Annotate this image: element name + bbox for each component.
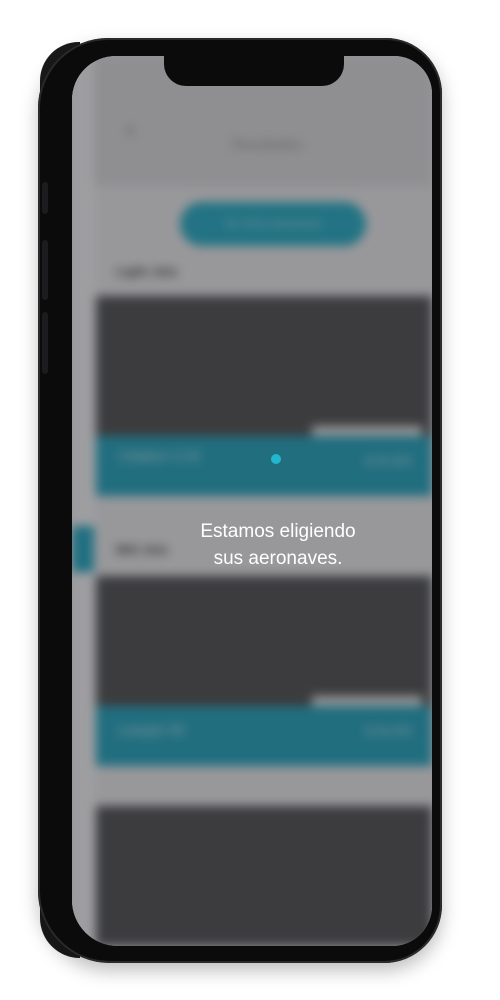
phone-mute-switch <box>42 182 48 214</box>
phone-volume-up-button <box>42 240 48 300</box>
loading-line-2: sus aeronaves. <box>213 548 343 569</box>
loading-overlay <box>72 56 432 946</box>
phone-screen: ‹ Resultados Ver otras aeronaves Light J… <box>72 56 432 946</box>
phone-volume-down-button <box>42 312 48 374</box>
mockup-stage: ‹ Resultados Ver otras aeronaves Light J… <box>0 0 500 1000</box>
spinner-icon <box>271 454 281 464</box>
loading-line-1: Estamos eligiendo <box>200 521 356 542</box>
loading-message: Estamos eligiendo sus aeronaves. <box>72 518 432 572</box>
phone-notch <box>164 56 344 86</box>
